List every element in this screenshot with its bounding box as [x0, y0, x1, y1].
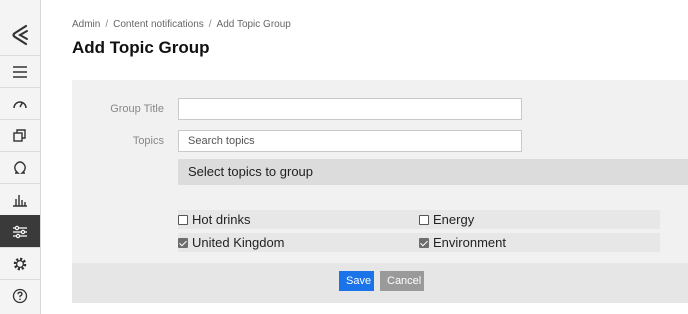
- topic-row: United Kingdom Environment: [178, 233, 660, 252]
- sidebar-item-menu[interactable]: [0, 55, 40, 87]
- sidebar-item-gear[interactable]: [0, 247, 40, 279]
- topic-hot-drinks[interactable]: Hot drinks: [178, 210, 251, 229]
- breadcrumb: Admin / Content notifications / Add Topic Gr…: [72, 19, 291, 30]
- dashboard-gauge-icon: [13, 100, 27, 108]
- topic-environment[interactable]: Environment: [419, 233, 506, 252]
- breadcrumb-current: Add Topic Group: [216, 19, 291, 30]
- topic-group-form: Group Title Topics Select topics to grou…: [72, 80, 688, 303]
- sidebar: [0, 0, 41, 314]
- breadcrumb-separator: /: [105, 19, 109, 30]
- sliders-icon: [13, 225, 27, 238]
- sidebar-item-reports[interactable]: [0, 183, 40, 215]
- topic-checkbox[interactable]: [419, 214, 429, 225]
- topic-checkbox[interactable]: [419, 237, 429, 248]
- topic-checkbox[interactable]: [178, 237, 188, 248]
- app-logo[interactable]: [0, 18, 40, 52]
- topics-search-input[interactable]: [178, 130, 522, 152]
- page-title: Add Topic Group: [72, 38, 210, 57]
- topic-united-kingdom[interactable]: United Kingdom: [178, 233, 285, 252]
- sidebar-item-settings-sliders[interactable]: [0, 215, 40, 247]
- form-actions: Save Cancel: [72, 263, 688, 303]
- breadcrumb-admin-link[interactable]: Admin: [72, 19, 100, 30]
- topic-energy[interactable]: Energy: [419, 210, 474, 229]
- breadcrumb-content-notifications-link[interactable]: Content notifications: [113, 19, 204, 30]
- help-icon: [12, 288, 28, 303]
- group-title-label: Group Title: [110, 103, 164, 115]
- cancel-button[interactable]: Cancel: [380, 271, 424, 291]
- logo-icon: [12, 24, 28, 46]
- copy-icon: [13, 128, 26, 142]
- sidebar-item-omega[interactable]: [0, 151, 40, 183]
- gear-icon: [13, 257, 27, 270]
- topic-label: United Kingdom: [192, 235, 285, 250]
- topic-checkbox[interactable]: [178, 214, 188, 225]
- sidebar-item-help[interactable]: [0, 279, 40, 311]
- sidebar-item-dashboard[interactable]: [0, 87, 40, 119]
- menu-icon: [13, 65, 27, 78]
- topic-label: Hot drinks: [192, 212, 251, 227]
- topic-label: Energy: [433, 212, 475, 227]
- save-button[interactable]: Save: [339, 271, 374, 291]
- topic-row: Hot drinks Energy: [178, 210, 660, 229]
- sidebar-item-copy[interactable]: [0, 119, 40, 151]
- select-topics-header: Select topics to group: [178, 159, 688, 185]
- topic-label: Environment: [433, 235, 506, 250]
- omega-icon: [14, 160, 26, 174]
- breadcrumb-separator: /: [208, 19, 212, 30]
- group-title-input[interactable]: [178, 98, 522, 120]
- topics-label: Topics: [132, 135, 164, 147]
- bar-chart-icon: [13, 194, 27, 207]
